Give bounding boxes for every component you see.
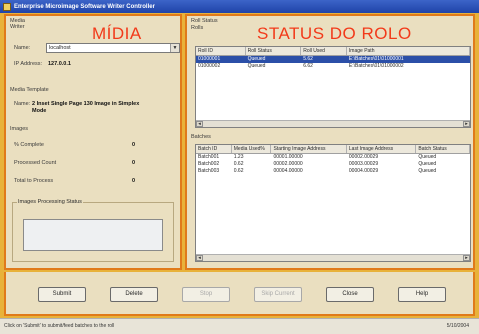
rolls-label: Rolls: [191, 25, 204, 31]
template-name-value: 2 Inset Single Page 130 Image in Simplex…: [32, 101, 140, 114]
total-to-process-value: 0: [132, 178, 136, 184]
batches-grid-header: Batch ID Media Used% Starting Image Addr…: [196, 145, 470, 154]
batches-label: Batches: [191, 134, 211, 140]
close-button[interactable]: Close: [326, 287, 374, 302]
media-used-cell: 1.23: [233, 154, 244, 160]
batches-column-header[interactable]: Starting Image Address: [271, 145, 347, 153]
batches-column-header[interactable]: Last Image Address: [347, 145, 417, 153]
total-to-process-label: Total to Process: [14, 178, 54, 184]
roll-status-section-title: Roll Status: [191, 18, 218, 24]
rolls-column-header[interactable]: Roll Status: [246, 47, 302, 55]
table-row[interactable]: 01000001 Queued 5.62 E:\Batches\01\01000…: [196, 56, 470, 63]
chevron-down-icon[interactable]: ▼: [170, 44, 179, 52]
processed-count-label: Processed Count: [14, 160, 57, 166]
percent-complete-label: % Complete: [14, 142, 44, 148]
processed-count-value: 0: [132, 160, 136, 166]
batches-grid[interactable]: Batch ID Media Used% Starting Image Addr…: [195, 144, 471, 262]
roll-status-cell: Queued: [247, 56, 266, 62]
table-row[interactable]: Batch001 1.23 00001.00000 00002.00029 Qu…: [196, 154, 470, 161]
batch-status-cell: Queued: [418, 154, 437, 160]
title-bar: Enterprise Microimage Software Writer Co…: [0, 0, 479, 13]
processing-status-textbox[interactable]: [23, 219, 163, 251]
batch-id-cell: Batch002: [198, 161, 220, 167]
rolls-column-header[interactable]: Roll Used: [301, 47, 347, 55]
media-panel: MÍDIA Media Writer Name: localhost ▼ IP …: [4, 14, 182, 270]
table-row[interactable]: Batch003 0.62 00004.00000 00004.00029 Qu…: [196, 168, 470, 175]
table-row[interactable]: Batch002 0.62 00002.00000 00003.00029 Qu…: [196, 161, 470, 168]
rolls-grid[interactable]: Roll ID Roll Status Roll Used Image Path…: [195, 46, 471, 128]
batches-horizontal-scrollbar[interactable]: ◂ ▸: [196, 254, 470, 261]
status-date: 5/10/2004: [446, 323, 469, 329]
last-address-cell: 00004.00029: [348, 168, 379, 174]
batches-column-header[interactable]: Batch ID: [196, 145, 232, 153]
help-button[interactable]: Help: [398, 287, 446, 302]
status-message: Click on 'Submit' to submit/feed batches…: [4, 323, 115, 329]
starting-address-cell: 00002.00000: [273, 161, 303, 167]
scroll-right-icon[interactable]: ▸: [463, 255, 470, 261]
delete-button[interactable]: Delete: [110, 287, 158, 302]
roll-id-cell: 01000002: [198, 63, 221, 69]
ip-address-label: IP Address:: [14, 61, 43, 67]
ip-address-value: 127.0.0.1: [48, 61, 71, 67]
roll-id-cell: 01000001: [198, 56, 221, 62]
media-template-section-title: Media Template: [10, 87, 49, 93]
skip-current-button[interactable]: Skip Current: [254, 287, 302, 302]
batches-column-header[interactable]: Media Used%: [232, 145, 272, 153]
roll-status-overlay-label: STATUS DO ROLO: [257, 24, 412, 43]
batch-id-cell: Batch001: [198, 154, 220, 160]
rolls-horizontal-scrollbar[interactable]: ◂ ▸: [196, 120, 470, 127]
roll-status-panel: STATUS DO ROLO Roll Status Rolls Roll ID…: [185, 14, 475, 270]
last-address-cell: 00002.00029: [348, 154, 379, 160]
batches-column-header[interactable]: Batch Status: [416, 145, 470, 153]
batch-status-cell: Queued: [418, 168, 437, 174]
processing-status-group: Images Processing Status: [12, 199, 174, 262]
scroll-left-icon[interactable]: ◂: [196, 121, 203, 127]
app-icon: [3, 2, 11, 11]
image-path-cell: E:\Batches\01\01000002: [348, 63, 404, 69]
image-path-cell: E:\Batches\01\01000001: [348, 56, 404, 62]
stop-button[interactable]: Stop: [182, 287, 230, 302]
window-title: Enterprise Microimage Software Writer Co…: [14, 3, 155, 10]
roll-used-cell: 5.62: [303, 56, 313, 62]
images-section-title: Images: [10, 126, 29, 132]
last-address-cell: 00003.00029: [348, 161, 379, 167]
batch-id-cell: Batch003: [198, 168, 220, 174]
media-writer-section-title: Media Writer: [10, 18, 25, 30]
batch-status-cell: Queued: [418, 161, 437, 167]
scroll-left-icon[interactable]: ◂: [196, 255, 203, 261]
starting-address-cell: 00004.00000: [273, 168, 303, 174]
writer-name-value: localhost: [49, 45, 71, 51]
processing-status-label: Images Processing Status: [17, 199, 83, 205]
table-row[interactable]: 01000002 Queued 6.62 E:\Batches\01\01000…: [196, 63, 470, 70]
roll-used-cell: 6.62: [303, 63, 313, 69]
roll-status-cell: Queued: [247, 63, 266, 69]
rolls-column-header[interactable]: Roll ID: [196, 47, 246, 55]
media-used-cell: 0.62: [233, 168, 244, 174]
starting-address-cell: 00001.00000: [273, 154, 303, 160]
writer-name-label: Name:: [14, 45, 31, 51]
media-used-cell: 0.62: [233, 161, 244, 167]
media-overlay-label: MÍDIA: [92, 24, 142, 43]
scroll-right-icon[interactable]: ▸: [463, 121, 470, 127]
rolls-grid-header: Roll ID Roll Status Roll Used Image Path: [196, 47, 470, 56]
template-name-label: Name:: [14, 101, 31, 107]
status-bar: Click on 'Submit' to submit/feed batches…: [0, 318, 479, 334]
percent-complete-value: 0: [132, 142, 136, 148]
submit-button[interactable]: Submit: [38, 287, 86, 302]
writer-name-dropdown[interactable]: localhost ▼: [46, 43, 180, 53]
rolls-column-header[interactable]: Image Path: [347, 47, 470, 55]
